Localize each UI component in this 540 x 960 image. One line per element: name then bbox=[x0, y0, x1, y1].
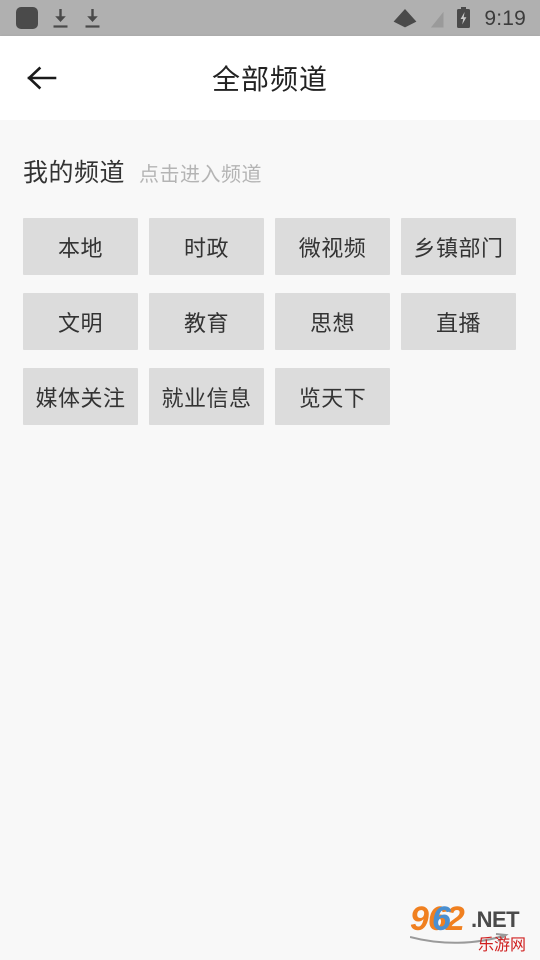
screen-root: 9:19 全部频道 我的频道 点击进入频道 本地 时政 微视频 乡镇部门 文明 … bbox=[0, 0, 540, 960]
content-area: 我的频道 点击进入频道 本地 时政 微视频 乡镇部门 文明 教育 思想 直播 媒… bbox=[0, 120, 540, 960]
channel-chip[interactable]: 就业信息 bbox=[149, 368, 264, 425]
arrow-left-icon bbox=[27, 66, 57, 90]
section-hint: 点击进入频道 bbox=[139, 164, 263, 186]
status-bar-right-icons: 9:19 bbox=[393, 7, 526, 29]
status-bar-clock: 9:19 bbox=[484, 6, 526, 30]
download-icon bbox=[51, 8, 70, 29]
channel-chip[interactable]: 直播 bbox=[401, 293, 516, 350]
channel-chip[interactable]: 微视频 bbox=[275, 218, 390, 275]
svg-text:.NET: .NET bbox=[471, 907, 520, 932]
status-bar: 9:19 bbox=[0, 0, 540, 36]
app-bar: 全部频道 bbox=[0, 36, 540, 120]
channel-chip[interactable]: 教育 bbox=[149, 293, 264, 350]
wifi-icon bbox=[393, 8, 417, 28]
no-sim-signal-icon bbox=[428, 7, 446, 29]
channel-chip[interactable]: 时政 bbox=[149, 218, 264, 275]
download-icon bbox=[83, 8, 102, 29]
my-channels-section-header: 我的频道 点击进入频道 bbox=[0, 120, 540, 189]
section-title: 我的频道 bbox=[23, 159, 126, 187]
svg-text:6: 6 bbox=[432, 900, 452, 938]
page-title: 全部频道 bbox=[211, 64, 328, 95]
site-watermark: 962 6 .NET 乐游网 bbox=[409, 896, 532, 954]
app-notification-icon bbox=[16, 7, 38, 29]
channel-chip[interactable]: 乡镇部门 bbox=[401, 218, 516, 275]
status-bar-left-icons bbox=[16, 7, 102, 29]
channel-grid: 本地 时政 微视频 乡镇部门 文明 教育 思想 直播 媒体关注 就业信息 览天下 bbox=[0, 189, 540, 425]
back-button[interactable] bbox=[18, 54, 66, 102]
channel-chip[interactable]: 文明 bbox=[23, 293, 138, 350]
channel-chip[interactable]: 本地 bbox=[23, 218, 138, 275]
battery-charging-icon bbox=[456, 7, 471, 29]
channel-chip[interactable]: 思想 bbox=[275, 293, 390, 350]
channel-chip[interactable]: 媒体关注 bbox=[23, 368, 138, 425]
svg-text:乐游网: 乐游网 bbox=[478, 935, 526, 954]
channel-chip[interactable]: 览天下 bbox=[275, 368, 390, 425]
